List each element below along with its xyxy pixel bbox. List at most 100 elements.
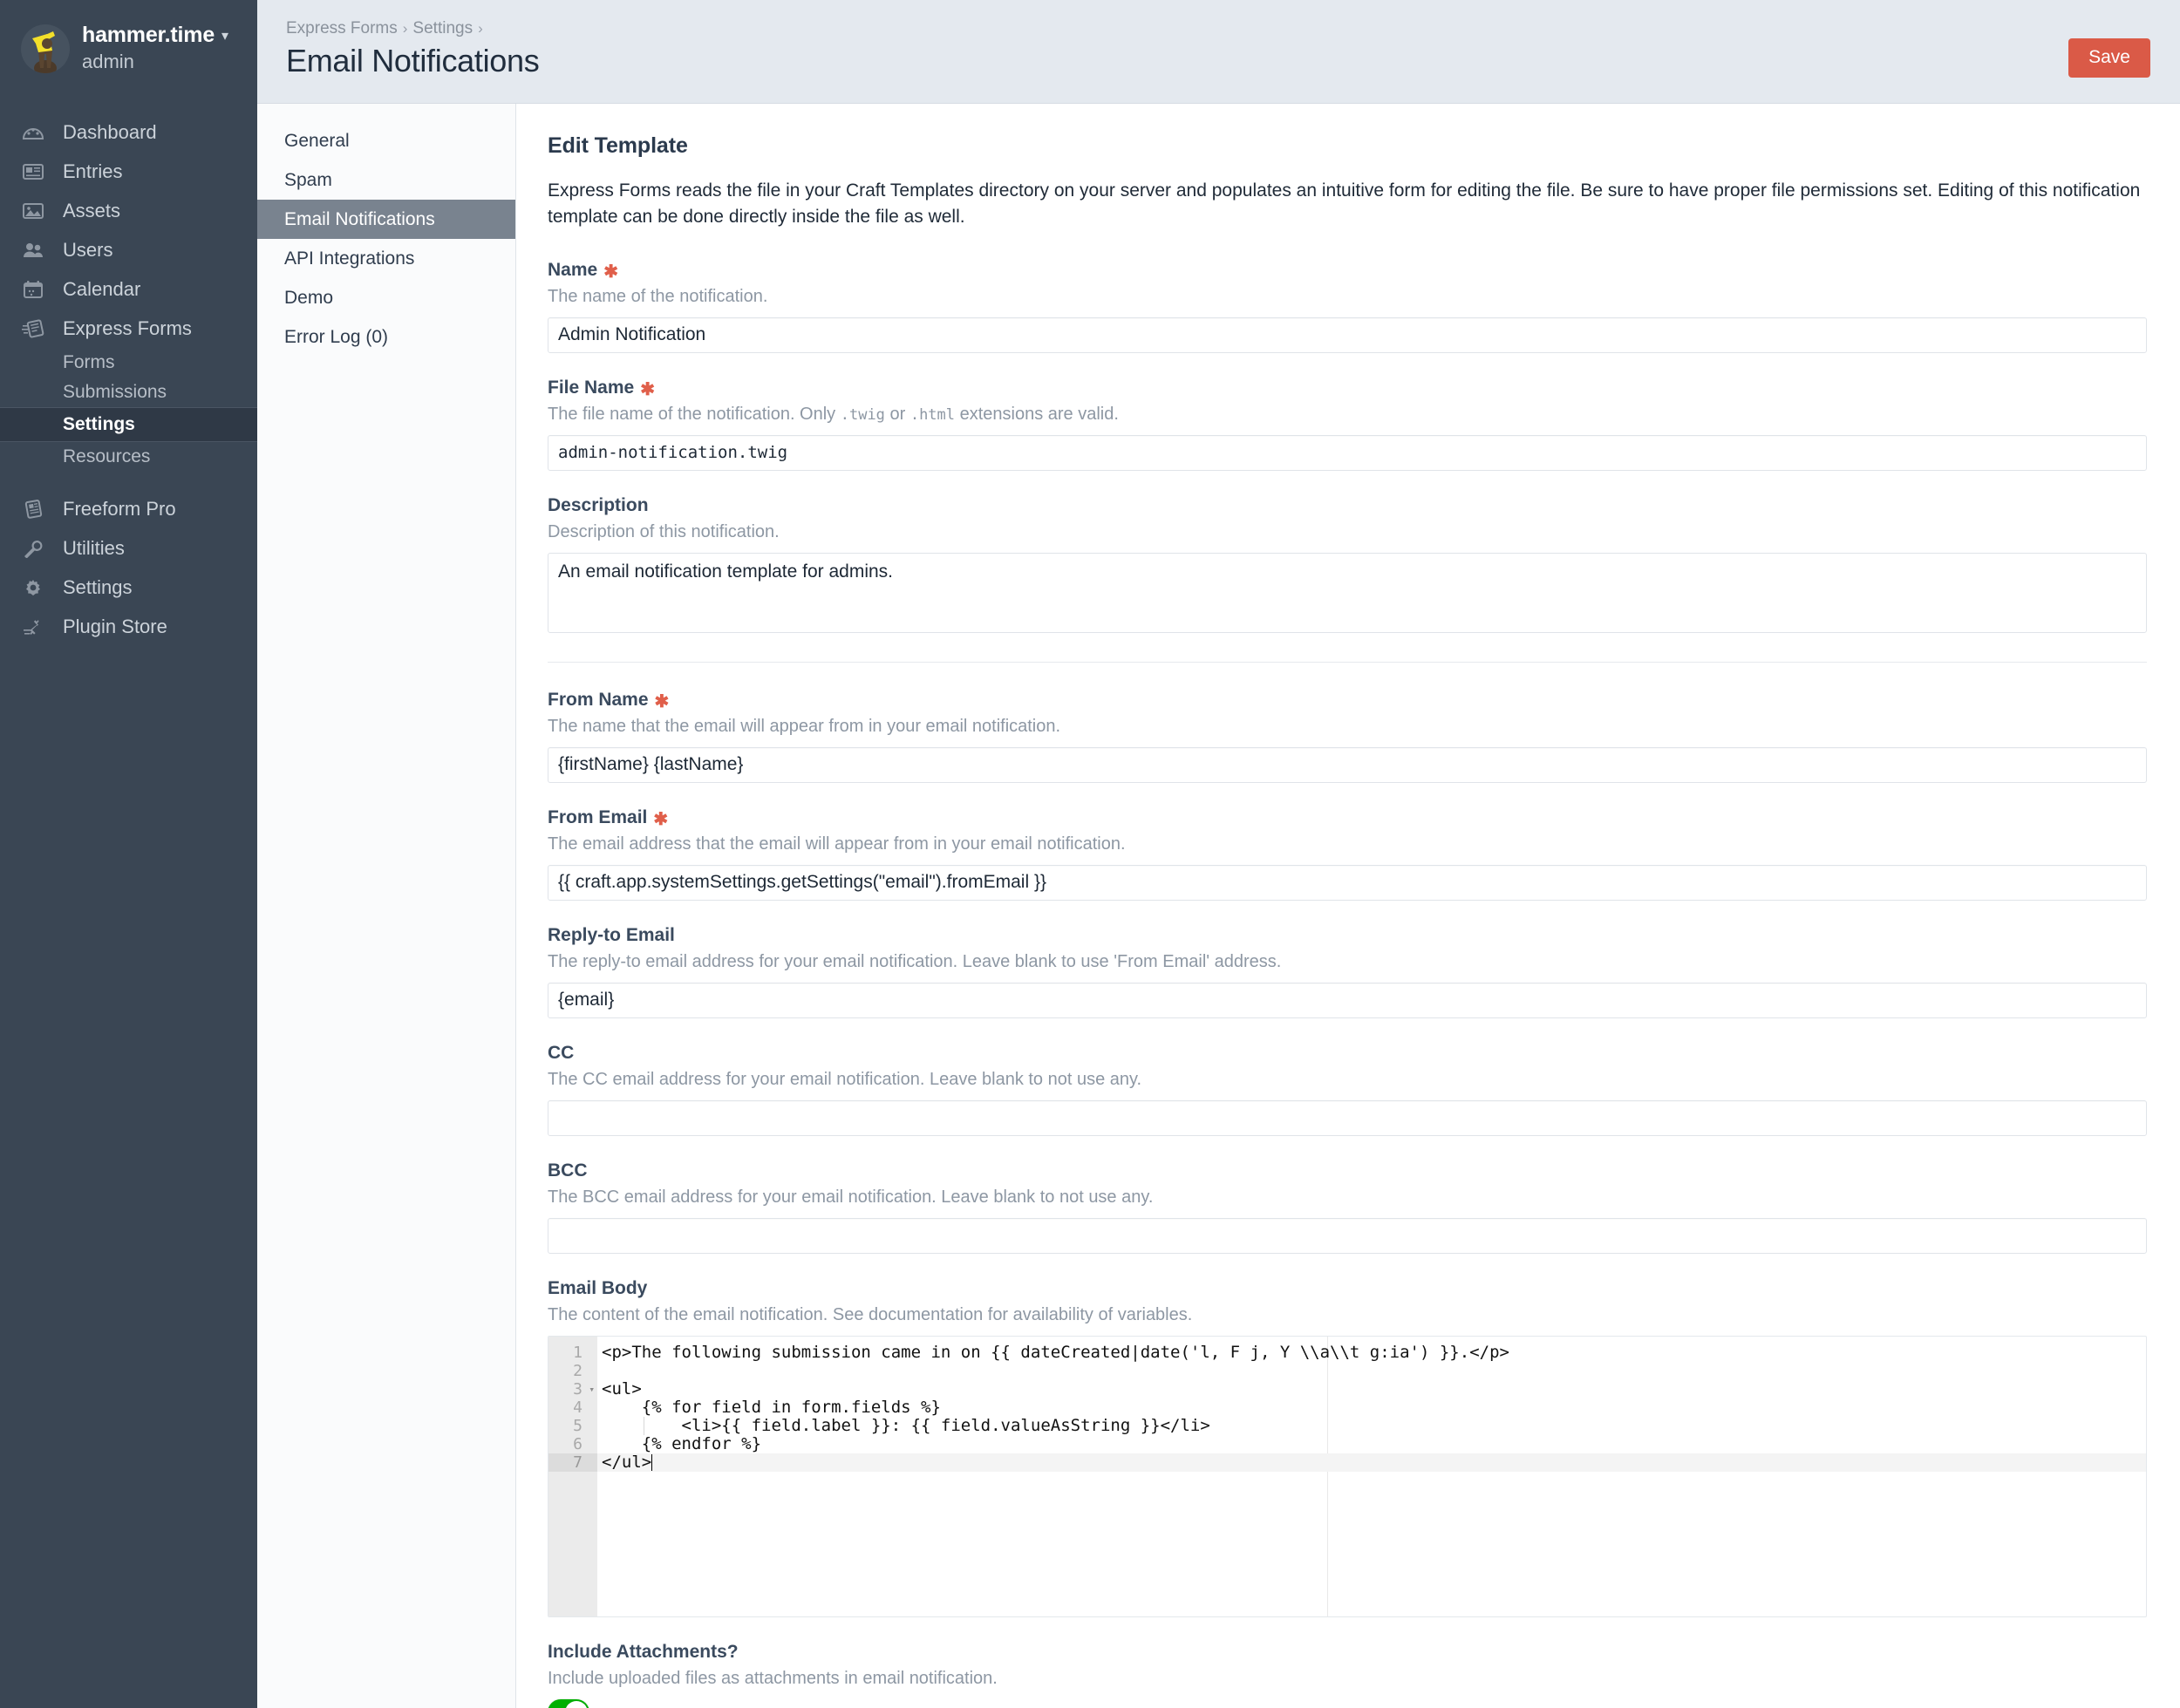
email-body-code-editor[interactable]: 1 2 3 ▾ 4 5 6 7 <p>The following submissi…: [548, 1335, 2147, 1617]
field-label: CC: [548, 1043, 2147, 1064]
chevron-right-icon: ›: [402, 20, 408, 37]
sidebar-item-label: Settings: [63, 414, 135, 435]
name-input[interactable]: [548, 316, 2147, 353]
sidebar-item-dashboard[interactable]: Dashboard: [0, 112, 257, 152]
gutter-line[interactable]: 4: [548, 1398, 597, 1417]
sidebar-item-settings-expressforms[interactable]: Settings: [0, 407, 257, 443]
field-label: From Email ✱: [548, 807, 2147, 828]
sidebar-item-settings[interactable]: Settings: [0, 568, 257, 607]
subnav-item-general[interactable]: General: [257, 121, 515, 160]
subnav-item-spam[interactable]: Spam: [257, 160, 515, 200]
sidebar-item-label: Plugin Store: [63, 615, 167, 637]
line-number: 7: [573, 1453, 582, 1472]
save-button[interactable]: Save: [2068, 38, 2150, 78]
field-from-name: From Name ✱ The name that the email will…: [548, 690, 2147, 783]
sidebar-item-assets[interactable]: Assets: [0, 191, 257, 230]
sidebar-item-entries[interactable]: Entries: [0, 152, 257, 191]
reply-to-email-input[interactable]: [548, 982, 2147, 1018]
subnav-item-email-notifications[interactable]: Email Notifications: [257, 200, 515, 239]
user-menu[interactable]: hammer.time ▾ admin: [0, 0, 257, 93]
required-asterisk-icon: ✱: [603, 262, 618, 282]
subnav-item-error-log[interactable]: Error Log (0): [257, 317, 515, 357]
dashboard-icon: [19, 119, 47, 146]
field-instructions: Description of this notification.: [548, 521, 780, 541]
code-line[interactable]: <li>{{ field.label }}: {{ field.valueAsS…: [597, 1416, 2146, 1435]
chevron-down-icon[interactable]: ▾: [221, 29, 228, 44]
content-area: Express Forms › Settings › Email Notific…: [257, 0, 2180, 1708]
cc-input[interactable]: [548, 1099, 2147, 1136]
sidebar-item-label: Users: [63, 238, 113, 261]
field-label-text: Email Body: [548, 1277, 648, 1298]
sidebar-item-forms[interactable]: Forms: [0, 348, 257, 378]
section-heading: Edit Template: [548, 133, 688, 158]
field-label-text: From Name: [548, 689, 649, 710]
fold-toggle-icon[interactable]: ▾: [589, 1380, 595, 1398]
required-asterisk-icon: ✱: [640, 379, 655, 399]
code-line[interactable]: {% for field in form.fields %}: [597, 1398, 2146, 1417]
field-label-text: From Email: [548, 806, 648, 827]
gutter-line[interactable]: 2: [548, 1362, 597, 1380]
breadcrumb-item-express-forms[interactable]: Express Forms: [286, 19, 398, 38]
app-root: hammer.time ▾ admin Dashboard Entries As…: [0, 0, 2180, 1708]
subnav-item-demo[interactable]: Demo: [257, 278, 515, 317]
breadcrumb-item-settings[interactable]: Settings: [412, 19, 473, 38]
sidebar-item-freeform-pro[interactable]: Freeform Pro: [0, 489, 257, 528]
field-instructions: Include uploaded files as attachments in…: [548, 1668, 998, 1688]
gutter-line[interactable]: 3 ▾: [548, 1380, 597, 1398]
field-label: BCC: [548, 1160, 2147, 1181]
code-line[interactable]: {% endfor %}: [597, 1434, 2146, 1453]
sidebar-item-express-forms[interactable]: Express Forms: [0, 309, 257, 348]
field-label-text: BCC: [548, 1160, 588, 1181]
line-number: 4: [573, 1398, 582, 1417]
sidebar-item-label: Calendar: [63, 277, 141, 300]
field-label-text: Include Attachments?: [548, 1641, 739, 1662]
sidebar-item-resources[interactable]: Resources: [0, 442, 257, 472]
plug-icon: [19, 614, 47, 640]
include-attachments-toggle[interactable]: [548, 1698, 589, 1708]
from-email-input[interactable]: [548, 864, 2147, 901]
page-body: General Spam Email Notifications API Int…: [257, 104, 2180, 1708]
field-description: Description Description of this notifica…: [548, 495, 2147, 633]
from-name-input[interactable]: [548, 746, 2147, 783]
line-number: 5: [573, 1416, 582, 1435]
required-asterisk-icon: ✱: [653, 809, 669, 829]
description-textarea[interactable]: [548, 552, 2147, 633]
line-number: 2: [573, 1361, 582, 1380]
global-sidebar: hammer.time ▾ admin Dashboard Entries As…: [0, 0, 257, 1708]
instr-code-twig: .twig: [840, 405, 885, 424]
line-number: 1: [573, 1343, 582, 1362]
sidebar-item-label: Forms: [63, 352, 115, 373]
subnav-item-label: Demo: [284, 287, 334, 308]
sidebar-item-calendar[interactable]: Calendar: [0, 269, 257, 309]
field-instructions: The CC email address for your email noti…: [548, 1069, 1142, 1089]
editor-code-area[interactable]: <p>The following submission came in on {…: [597, 1336, 2146, 1616]
express-forms-icon: [19, 316, 47, 342]
gutter-line-active[interactable]: 7: [548, 1453, 597, 1472]
sidebar-item-plugin-store[interactable]: Plugin Store: [0, 607, 257, 646]
field-instructions: The file name of the notification. Only …: [548, 403, 2147, 426]
field-instructions: The reply-to email address for your emai…: [548, 951, 1282, 971]
bcc-input[interactable]: [548, 1217, 2147, 1254]
subnav-item-api-integrations[interactable]: API Integrations: [257, 239, 515, 278]
file-name-input[interactable]: [548, 434, 2147, 471]
sidebar-item-submissions[interactable]: Submissions: [0, 378, 257, 407]
sidebar-nav: Dashboard Entries Assets Users Calendar …: [0, 112, 257, 646]
instr-pre: The file name of the notification. Only: [548, 404, 841, 424]
field-label: Name ✱: [548, 260, 2147, 281]
code-line[interactable]: <ul>: [597, 1379, 2146, 1398]
field-instructions: The name of the notification.: [548, 286, 768, 306]
editor-gutter: 1 2 3 ▾ 4 5 6 7: [548, 1336, 597, 1616]
code-line[interactable]: <p>The following submission came in on {…: [597, 1343, 2146, 1362]
gutter-line[interactable]: 6: [548, 1435, 597, 1453]
gutter-line[interactable]: 5: [548, 1417, 597, 1435]
chevron-right-icon: ›: [478, 20, 483, 37]
sidebar-item-label: Assets: [63, 199, 121, 221]
sidebar-item-users[interactable]: Users: [0, 230, 257, 269]
code-line-active[interactable]: </ul>: [597, 1453, 2146, 1472]
sidebar-item-utilities[interactable]: Utilities: [0, 528, 257, 568]
section-divider: [548, 661, 2147, 663]
gutter-line[interactable]: 1: [548, 1344, 597, 1362]
field-label: Description: [548, 495, 2147, 516]
code-line[interactable]: [597, 1362, 2146, 1380]
